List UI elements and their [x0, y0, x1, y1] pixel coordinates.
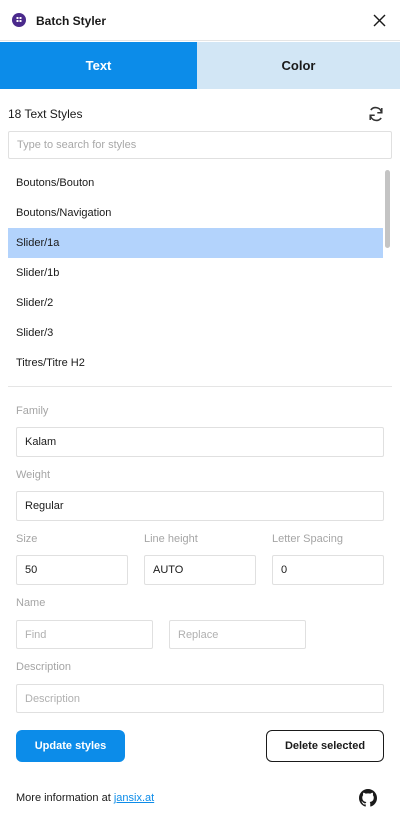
- plugin-title: Batch Styler: [36, 14, 107, 28]
- size-label: Size: [16, 533, 38, 545]
- list-scrollbar[interactable]: [385, 170, 390, 248]
- style-item-slider-3[interactable]: Slider/3: [8, 318, 383, 348]
- style-list: Boutons/Bouton Boutons/Navigation Slider…: [8, 168, 383, 378]
- footer-info: More information at jansix.at: [16, 792, 154, 804]
- name-label: Name: [16, 597, 46, 609]
- divider: [8, 386, 392, 387]
- line-height-field[interactable]: [144, 555, 256, 585]
- style-item-boutons-bouton[interactable]: Boutons/Bouton: [8, 168, 383, 198]
- weight-label: Weight: [16, 469, 51, 481]
- close-icon[interactable]: [370, 11, 389, 30]
- letter-spacing-label: Letter Spacing: [272, 533, 343, 545]
- family-field[interactable]: [16, 427, 384, 457]
- replace-field[interactable]: [169, 620, 306, 649]
- size-field[interactable]: [16, 555, 128, 585]
- tab-text[interactable]: Text: [0, 42, 197, 89]
- github-icon[interactable]: [359, 789, 377, 807]
- description-field[interactable]: [16, 684, 384, 713]
- weight-field[interactable]: [16, 491, 384, 521]
- letter-spacing-field[interactable]: [272, 555, 384, 585]
- style-item-slider-2[interactable]: Slider/2: [8, 288, 383, 318]
- style-item-boutons-navigation[interactable]: Boutons/Navigation: [8, 198, 383, 228]
- find-field[interactable]: [16, 620, 153, 649]
- footer-text: More information at: [16, 792, 114, 804]
- title-bar: Batch Styler: [0, 0, 400, 41]
- jansix-link[interactable]: jansix.at: [114, 792, 154, 804]
- description-label: Description: [16, 661, 72, 673]
- style-item-slider-1a[interactable]: Slider/1a: [8, 228, 383, 258]
- style-item-slider-1b[interactable]: Slider/1b: [8, 258, 383, 288]
- style-item-titres-titre-h2[interactable]: Titres/Titre H2: [8, 348, 383, 378]
- line-height-label: Line height: [144, 533, 198, 545]
- styles-count: 18 Text Styles: [8, 107, 83, 121]
- tab-color[interactable]: Color: [197, 42, 400, 89]
- tab-bar: Text Color: [0, 42, 400, 89]
- style-search-input[interactable]: [8, 131, 392, 159]
- delete-selected-button[interactable]: Delete selected: [266, 730, 384, 762]
- update-styles-button[interactable]: Update styles: [16, 730, 125, 762]
- refresh-icon[interactable]: [366, 104, 386, 124]
- family-label: Family: [16, 405, 49, 417]
- batch-styler-logo-icon: [12, 13, 26, 27]
